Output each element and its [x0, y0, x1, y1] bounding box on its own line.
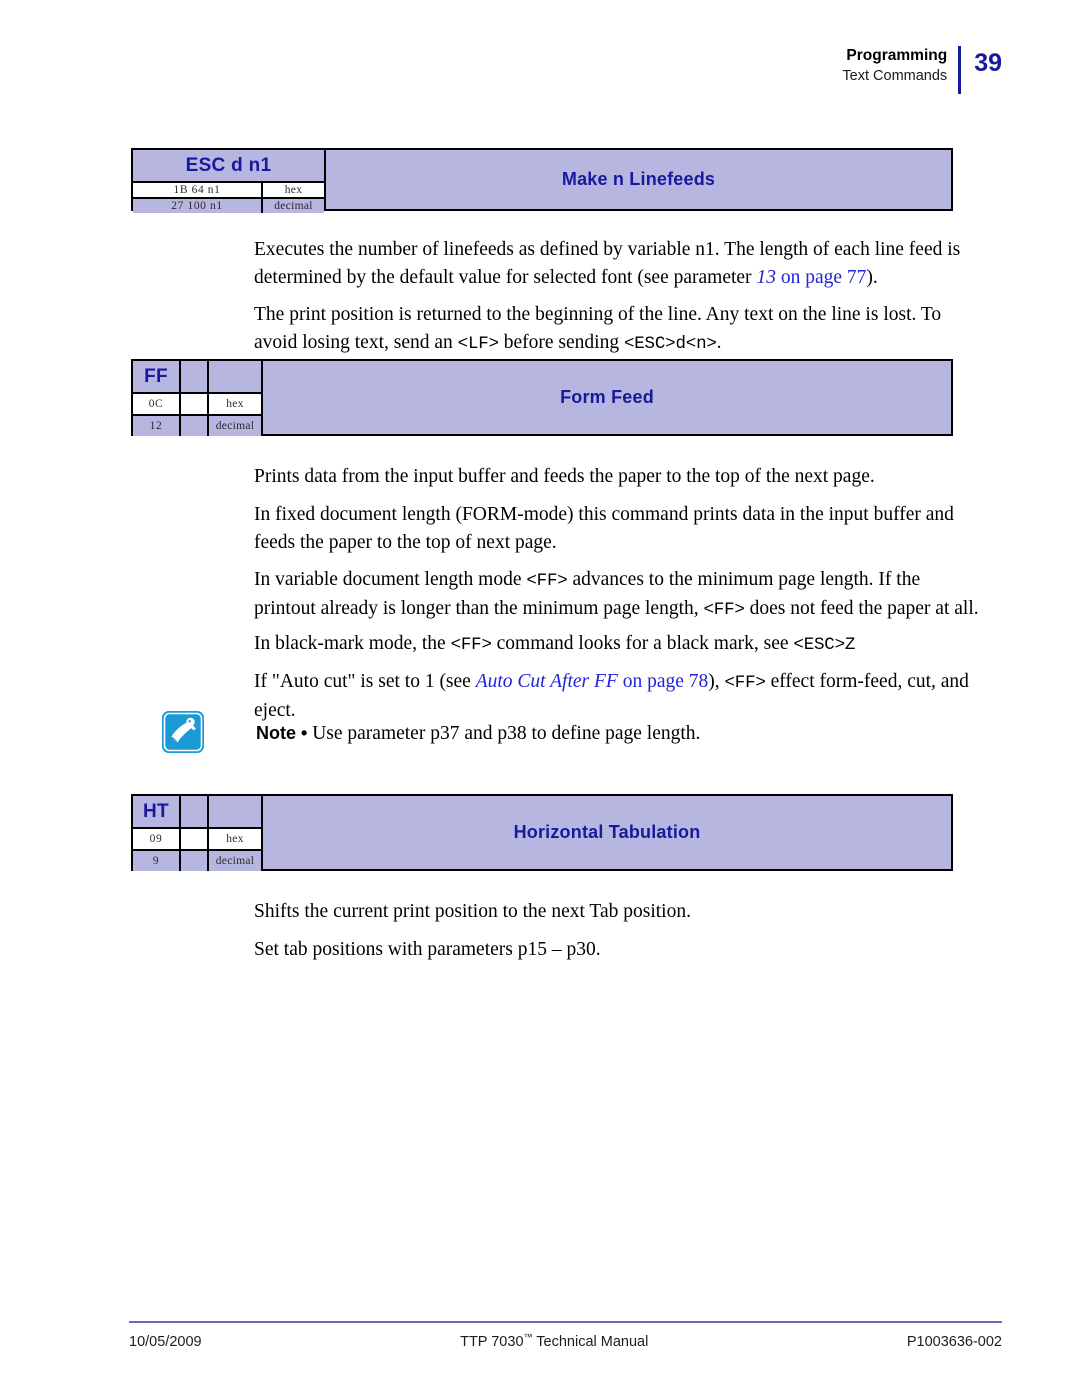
command-name-spacer-cell — [181, 796, 209, 827]
text-segment: Shifts the current print position to the… — [254, 900, 691, 922]
command-decimal-value: 27 100 n1 — [133, 199, 263, 213]
command-decimal-row: 12 decimal — [133, 416, 261, 436]
command-decimal-value: 9 — [133, 851, 181, 871]
command-decimal-label: decimal — [209, 851, 261, 871]
text-segment: In black-mark mode, the — [254, 632, 451, 654]
text-segment: In variable document length mode — [254, 568, 527, 590]
paragraph-esc-d-print-position: The print position is returned to the be… — [254, 301, 974, 358]
code-ff: <FF> — [724, 672, 766, 693]
note-icon — [162, 711, 204, 753]
footer-manual-name: TTP 7030 — [460, 1333, 524, 1350]
command-name: FF — [133, 361, 181, 392]
command-block-ht: HT 09 hex 9 decimal Horizontal Tabulatio… — [131, 794, 953, 871]
text-segment: before sending — [498, 331, 624, 353]
command-hex-row: 09 hex — [133, 829, 261, 851]
text-segment: Set tab positions with parameters p15 – … — [254, 938, 601, 960]
paragraph-esc-d-description: Executes the number of linefeeds as defi… — [254, 236, 974, 292]
command-name-label-cell — [209, 796, 261, 827]
command-name: HT — [133, 796, 181, 827]
command-hex-value: 0C — [133, 394, 181, 414]
page-footer: 10/05/2009 TTP 7030™ Technical Manual P1… — [129, 1332, 1002, 1350]
command-hex-spacer-cell — [181, 829, 209, 849]
command-block-ff: FF 0C hex 12 decimal Form Feed — [131, 359, 953, 436]
header-section: Text Commands — [842, 67, 948, 84]
command-name-row: HT — [133, 796, 261, 829]
command-hex-label: hex — [209, 394, 261, 414]
paragraph-ff-prints-data: Prints data from the input buffer and fe… — [254, 463, 974, 491]
command-name-spacer-cell — [181, 361, 209, 392]
footer-date: 10/05/2009 — [129, 1333, 202, 1350]
paragraph-ht-shifts-position: Shifts the current print position to the… — [254, 898, 974, 926]
command-hex-row: 1B 64 n1 hex — [133, 183, 324, 199]
text-segment: Use parameter p37 and p38 to define page… — [307, 723, 701, 744]
command-hex-value: 09 — [133, 829, 181, 849]
command-decimal-label: decimal — [263, 199, 324, 213]
command-decimal-row: 9 decimal — [133, 851, 261, 871]
cross-reference-link-page-77[interactable]: on page 77 — [776, 267, 867, 288]
paragraph-ff-fixed-length: In fixed document length (FORM-mode) thi… — [254, 501, 982, 557]
trademark-symbol: ™ — [523, 1332, 533, 1342]
command-decimal-spacer-cell — [181, 851, 209, 871]
note-callout: Note • Use parameter p37 and p38 to defi… — [162, 711, 962, 753]
text-segment: In fixed document length (FORM-mode) thi… — [254, 503, 954, 553]
command-title: Horizontal Tabulation — [263, 796, 951, 869]
command-hex-label: hex — [209, 829, 261, 849]
command-name-label-cell — [209, 361, 261, 392]
paragraph-ff-black-mark: In black-mark mode, the <FF> command loo… — [254, 630, 982, 659]
text-segment: command looks for a black mark, see — [491, 632, 794, 654]
command-decimal-spacer-cell — [181, 416, 209, 436]
command-name-row: ESC d n1 — [133, 150, 324, 183]
text-segment: ). — [866, 266, 878, 288]
code-ff: <FF> — [526, 570, 568, 591]
command-hex-value: 1B 64 n1 — [133, 183, 263, 197]
footer-divider-rule — [129, 1321, 1002, 1323]
page-header: Programming Text Commands 39 — [842, 46, 1002, 94]
text-segment: Prints data from the input buffer and fe… — [254, 465, 875, 487]
command-decimal-row: 27 100 n1 decimal — [133, 199, 324, 213]
text-segment: does not feed the paper at all. — [744, 597, 979, 619]
command-block-esc-d-n1: ESC d n1 1B 64 n1 hex 27 100 n1 decimal … — [131, 148, 953, 213]
code-esc-d-n: <ESC>d<n> — [623, 333, 717, 354]
command-hex-row: 0C hex — [133, 394, 261, 416]
command-name-row: FF — [133, 361, 261, 394]
command-decimal-value: 12 — [133, 416, 181, 436]
command-code-table: ESC d n1 1B 64 n1 hex 27 100 n1 decimal — [133, 150, 326, 213]
footer-manual-title: TTP 7030™ Technical Manual — [202, 1332, 907, 1350]
command-decimal-label: decimal — [209, 416, 261, 436]
code-lf: <LF> — [457, 333, 499, 354]
paragraph-ht-set-tab-positions: Set tab positions with parameters p15 – … — [254, 936, 974, 964]
header-titles: Programming Text Commands — [842, 46, 958, 86]
code-ff: <FF> — [703, 599, 745, 620]
command-title: Make n Linefeeds — [326, 150, 951, 209]
cross-reference-link-parameter-13[interactable]: 13 — [756, 267, 776, 288]
footer-manual-suffix: Technical Manual — [532, 1333, 649, 1350]
code-ff: <FF> — [450, 634, 492, 655]
command-title: Form Feed — [263, 361, 951, 434]
page-number: 39 — [974, 49, 1002, 77]
command-code-table: HT 09 hex 9 decimal — [133, 796, 263, 871]
text-segment: . — [716, 331, 722, 353]
paragraph-ff-variable-length: In variable document length mode <FF> ad… — [254, 566, 982, 624]
cross-reference-link-page-78[interactable]: on page 78 — [618, 671, 709, 692]
text-segment: If "Auto cut" is set to 1 (see — [254, 670, 476, 692]
command-hex-spacer-cell — [181, 394, 209, 414]
note-text: Note • Use parameter p37 and p38 to defi… — [256, 711, 700, 748]
command-name: ESC d n1 — [133, 150, 324, 181]
cross-reference-link-auto-cut-after-ff[interactable]: Auto Cut After FF — [476, 671, 618, 692]
code-esc-z: <ESC>Z — [793, 634, 856, 655]
footer-document-id: P1003636-002 — [906, 1333, 1002, 1350]
command-hex-label: hex — [263, 183, 324, 197]
text-segment: ), — [708, 670, 725, 692]
note-label: Note • — [256, 723, 308, 743]
header-chapter: Programming — [846, 47, 948, 64]
command-code-table: FF 0C hex 12 decimal — [133, 361, 263, 436]
